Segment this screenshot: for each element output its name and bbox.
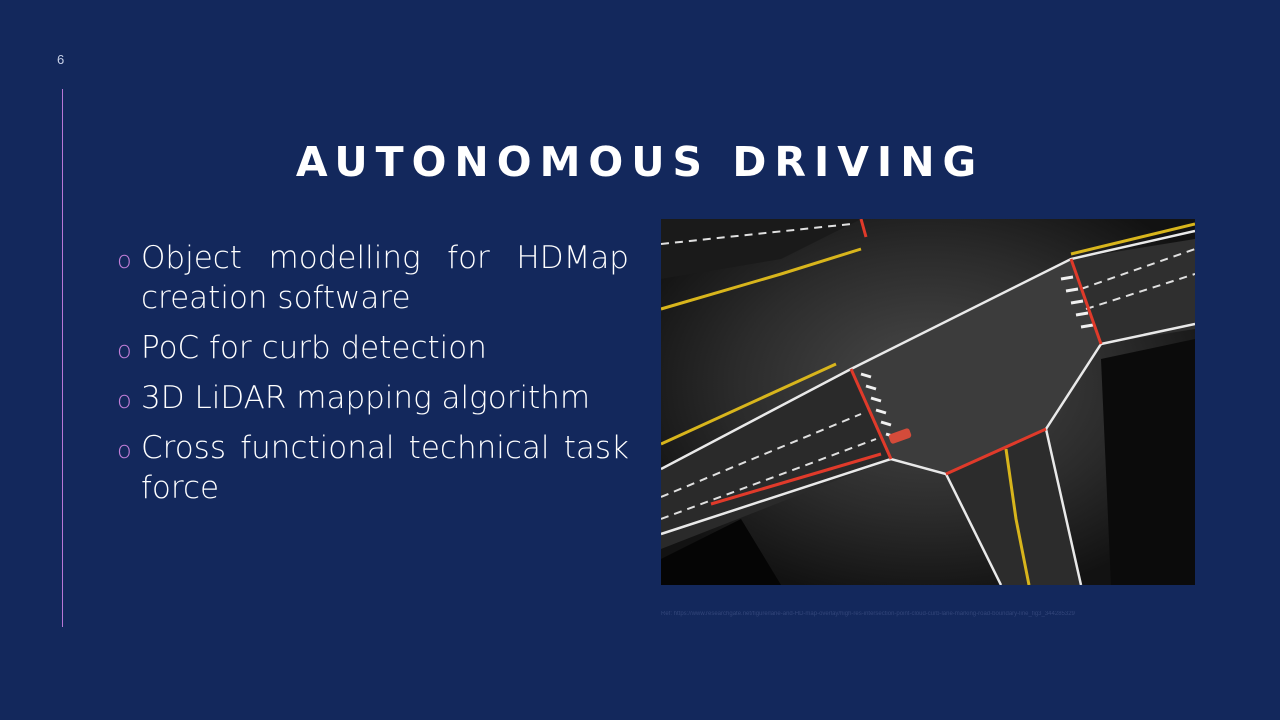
bullet-item: o Object modelling for HDMap creation so…: [117, 238, 629, 318]
reference-citation[interactable]: Ref: https://www.researchgate.net/figure…: [661, 611, 1221, 617]
bullet-marker-icon: o: [117, 436, 132, 464]
bullet-text: Cross functional technical task force: [141, 430, 629, 506]
slide: 6 AUTONOMOUS DRIVING o Object modelling …: [0, 0, 1280, 720]
lidar-map-illustration: [660, 218, 1196, 586]
bullet-text: PoC for curb detection: [141, 330, 487, 366]
bullet-marker-icon: o: [117, 386, 132, 414]
lidar-intersection-map-image: [660, 218, 1196, 586]
bullet-item: o PoC for curb detection: [117, 328, 629, 368]
bullet-marker-icon: o: [117, 336, 132, 364]
bullet-text: 3D LiDAR mapping algorithm: [141, 380, 591, 416]
bullet-marker-icon: o: [117, 246, 132, 274]
bullet-item: o Cross functional technical task force: [117, 428, 629, 508]
page-number: 6: [57, 52, 65, 67]
bullet-text: Object modelling for HDMap creation soft…: [141, 240, 629, 316]
bullet-item: o 3D LiDAR mapping algorithm: [117, 378, 629, 418]
bullet-list: o Object modelling for HDMap creation so…: [117, 238, 629, 518]
slide-title: AUTONOMOUS DRIVING: [295, 138, 985, 186]
